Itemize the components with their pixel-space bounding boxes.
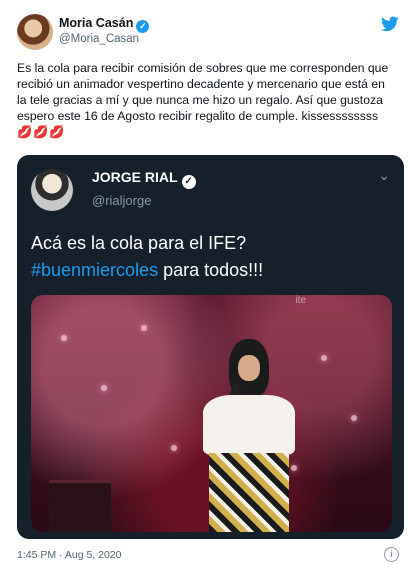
author-name[interactable]: Moria Casán ✓ [59, 16, 150, 33]
author-avatar[interactable] [17, 14, 53, 50]
info-icon[interactable]: i [384, 547, 399, 562]
tweet-text: Es la cola para recibir comisión de sobr… [17, 60, 395, 140]
tweet-card: Moria Casán ✓ @Moria_Casan Es la cola par… [0, 0, 409, 565]
twitter-bird-icon[interactable] [381, 16, 399, 32]
quoted-author-avatar[interactable] [31, 169, 73, 211]
media-overlay-text: ite [295, 295, 306, 306]
verified-badge-icon: ✓ [136, 20, 150, 33]
hashtag-link[interactable]: #buenmiercoles [31, 260, 158, 280]
author-handle[interactable]: @Moria_Casan [59, 33, 139, 45]
quoted-author-name-text[interactable]: JORGE RIAL [92, 169, 178, 185]
person-skirt [209, 453, 289, 532]
kiss-emoji-group: 💋💋💋 [17, 125, 66, 139]
quoted-media-image[interactable]: ite [31, 295, 392, 532]
verified-badge-icon: ✓ [181, 175, 196, 189]
tweet-body-text: Es la cola para recibir comisión de sobr… [17, 61, 389, 123]
chevron-down-icon[interactable]: ⌄ [378, 167, 390, 184]
quoted-text-line2: #buenmiercoles para todos!!! [31, 257, 391, 284]
quoted-tweet[interactable]: JORGE RIAL ✓ @rialjorge ⌄ Acá es la cola … [17, 155, 404, 539]
quoted-tweet-text: Acá es la cola para el IFE? #buenmiercol… [31, 230, 391, 284]
quoted-text-line1: Acá es la cola para el IFE? [31, 233, 247, 253]
stage-sparkle [101, 385, 107, 391]
quoted-author-name[interactable]: JORGE RIAL ✓ [92, 169, 196, 189]
stage-sparkle [291, 465, 297, 471]
stage-sparkle [141, 325, 147, 331]
stage-sparkle [61, 335, 67, 341]
author-name-text[interactable]: Moria Casán [59, 16, 133, 30]
stage-sparkle [321, 355, 327, 361]
quoted-author-handle[interactable]: @rialjorge [92, 193, 151, 208]
stage-chair [49, 480, 111, 532]
person-blouse [203, 395, 295, 455]
stage-sparkle [171, 445, 177, 451]
person-face [238, 355, 260, 381]
tweet-timestamp[interactable]: 1:45 PM · Aug 5, 2020 [17, 549, 122, 561]
quoted-text-line2-rest: para todos!!! [158, 260, 264, 280]
stage-sparkle [351, 415, 357, 421]
